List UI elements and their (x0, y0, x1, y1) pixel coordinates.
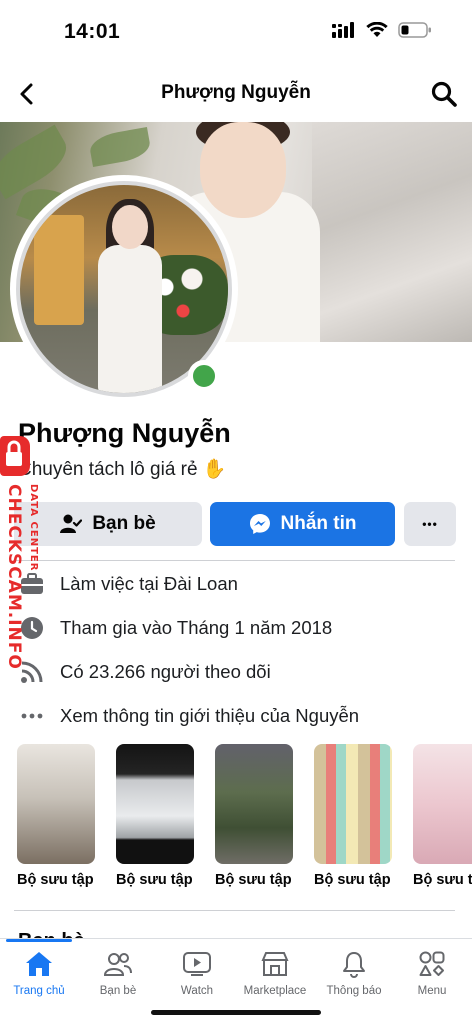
watermark: CHECKSCAM.INFO DATA CENTER (0, 436, 46, 670)
friends-section-title: Bạn bè (18, 928, 85, 938)
avatar-person-face (112, 205, 148, 249)
info-work: Làm việc tại Đài Loan (18, 568, 238, 600)
status-icons (332, 22, 432, 38)
nav-label: Watch (180, 985, 214, 997)
battery-icon (398, 22, 431, 38)
info-work-text: Làm việc tại Đài Loan (60, 573, 238, 594)
messenger-icon (249, 514, 270, 534)
nav-tab-marketplace[interactable]: Marketplace (232, 949, 318, 997)
message-button-label: Nhắn tin (280, 513, 357, 534)
active-tab-indicator (6, 939, 72, 942)
collection-thumbnail (116, 744, 194, 864)
info-followers: Có 23.266 người theo dõi (18, 656, 271, 688)
nav-label: Thông báo (326, 985, 382, 997)
collection-item[interactable]: Bộ sưu tập (116, 744, 194, 894)
collection-item[interactable]: Bộ sưu tập (215, 744, 293, 894)
collection-thumbnail (413, 744, 472, 864)
collection-item[interactable]: Bộ sưu tập (314, 744, 392, 894)
nav-header: Phượng Nguyễn (0, 68, 472, 120)
page-title: Phượng Nguyễn (161, 82, 311, 103)
status-time: 14:01 (64, 20, 121, 43)
cellular-signal-icon (332, 22, 354, 38)
nav-tab-menu[interactable]: Menu (389, 949, 472, 997)
collection-label: Bộ sưu tập (17, 872, 94, 888)
info-joined-text: Tham gia vào Tháng 1 năm 2018 (60, 617, 333, 638)
divider (14, 560, 455, 561)
nav-tab-notifications[interactable]: Thông báo (311, 949, 397, 997)
nav-label: Menu (417, 985, 447, 997)
avatar-person-body (98, 245, 162, 393)
marketplace-icon (261, 952, 289, 976)
message-button[interactable]: Nhắn tin (210, 502, 395, 546)
more-options-button[interactable]: ••• (404, 502, 456, 546)
friends-icon (103, 953, 132, 976)
more-icon: ••• (422, 517, 438, 531)
profile-bio: Chuyên tách lô giá rẻ ✋ (18, 459, 227, 480)
info-joined: Tham gia vào Tháng 1 năm 2018 (18, 612, 332, 644)
nav-tab-home[interactable]: Trang chủ (0, 939, 82, 997)
profile-name: Phượng Nguyễn (18, 418, 231, 448)
status-bar: 14:01 (0, 0, 472, 62)
nav-tab-watch[interactable]: Watch (154, 949, 240, 997)
see-about-text: Xem thông tin giới thiệu của Nguyễn (60, 705, 360, 726)
home-icon (26, 952, 52, 976)
cover-leaf (87, 127, 153, 167)
collection-thumbnail (314, 744, 392, 864)
watermark-subtext: DATA CENTER (28, 484, 39, 572)
collection-item[interactable]: Bộ sưu tập (413, 744, 472, 894)
collection-thumbnail (215, 744, 293, 864)
friends-button-label: Bạn bè (92, 513, 156, 534)
more-dots-icon (18, 702, 46, 730)
see-about-link[interactable]: Xem thông tin giới thiệu của Nguyễn (18, 700, 359, 732)
collection-label: Bộ sưu tập (215, 872, 292, 888)
collection-label: Bộ sưu tập (413, 872, 472, 888)
collection-thumbnail (17, 744, 95, 864)
cover-background (312, 122, 472, 342)
avatar-door (34, 215, 84, 325)
cover-child-face (200, 122, 286, 218)
featured-collections: Bộ sưu tập Bộ sưu tập Bộ sưu tập Bộ sưu … (17, 744, 472, 894)
avatar[interactable] (10, 175, 238, 403)
online-status-dot (188, 360, 220, 392)
nav-label: Trang chủ (13, 985, 65, 997)
info-followers-text: Có 23.266 người theo dõi (60, 661, 271, 682)
wifi-icon (366, 22, 388, 37)
nav-tab-friends[interactable]: Bạn bè (75, 949, 161, 997)
menu-icon (419, 951, 445, 976)
bell-icon (343, 952, 365, 978)
friend-check-icon (60, 514, 83, 533)
home-indicator (151, 1010, 321, 1015)
divider (14, 910, 455, 911)
nav-label: Bạn bè (99, 985, 137, 997)
collection-label: Bộ sưu tập (116, 872, 193, 888)
collection-item[interactable]: Bộ sưu tập (17, 744, 95, 894)
collection-label: Bộ sưu tập (314, 872, 391, 888)
watch-icon (183, 952, 211, 976)
nav-label: Marketplace (243, 985, 307, 997)
watermark-lock-icon (0, 436, 30, 476)
search-icon[interactable] (430, 80, 458, 108)
watermark-text: CHECKSCAM.INFO (4, 484, 24, 670)
